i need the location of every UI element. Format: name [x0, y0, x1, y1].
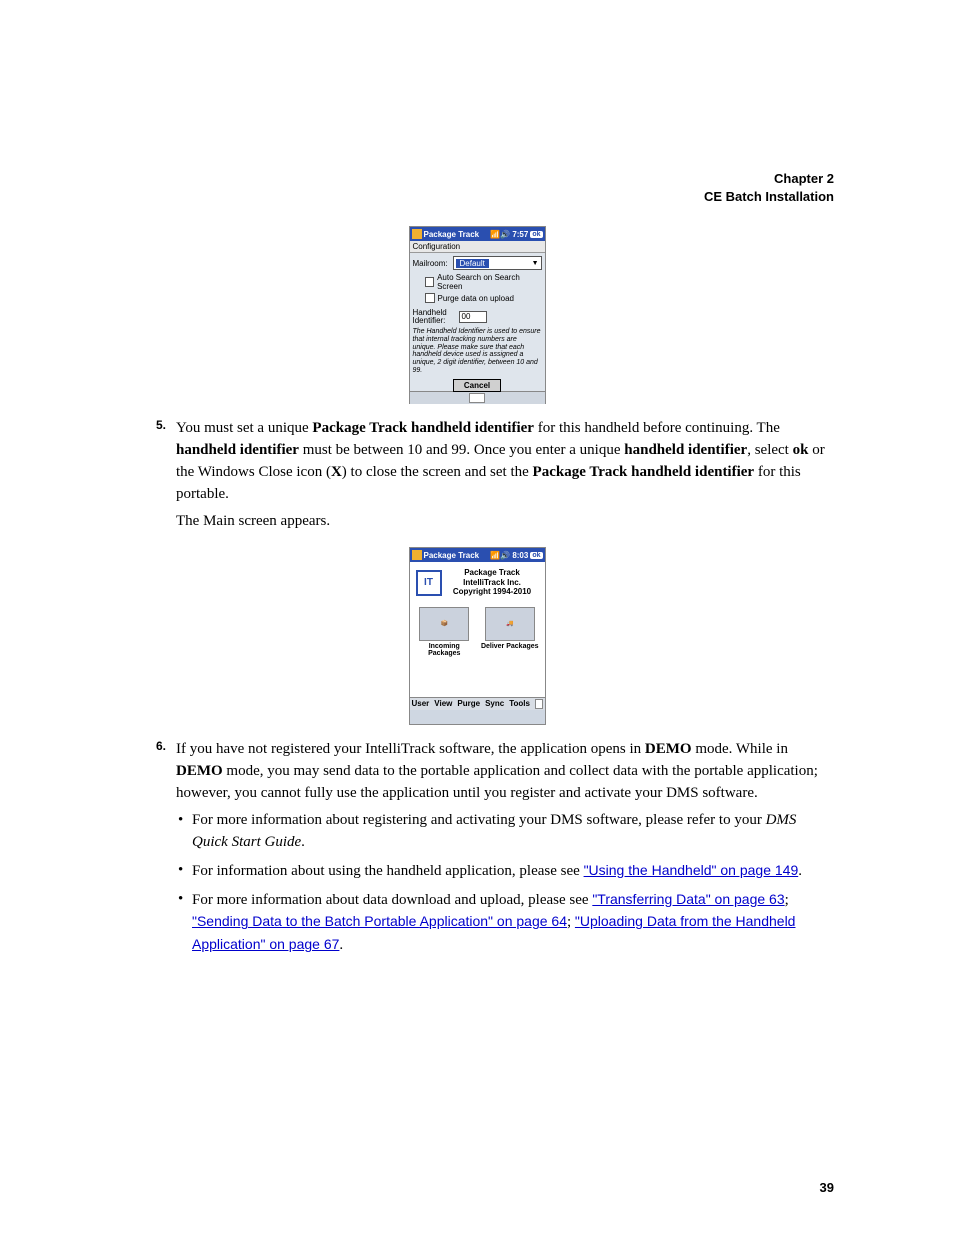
menu-user[interactable]: User [412, 699, 430, 709]
page-number: 39 [820, 1180, 834, 1195]
screen-subtitle: Configuration [410, 241, 545, 253]
bullet-3: For more information about data download… [176, 889, 834, 957]
incoming-icon: 📦 [419, 607, 469, 641]
menu-bar: User View Purge Sync Tools [410, 697, 545, 710]
hh-note: The Handheld Identifier is used to ensur… [413, 328, 542, 374]
ok-button[interactable]: ok [530, 552, 542, 559]
cancel-button[interactable]: Cancel [453, 379, 501, 392]
header-chapter: Chapter 2 [120, 170, 834, 188]
main-body: IT Package Track IntelliTrack Inc. Copyr… [410, 562, 545, 710]
titlebar: Package Track 📶🔊 7:57 ok [410, 227, 545, 241]
purge-checkbox[interactable]: Purge data on upload [425, 293, 542, 303]
page: Chapter 2 CE Batch Installation Package … [0, 0, 954, 1235]
menu-purge[interactable]: Purge [457, 699, 480, 709]
checkbox-icon [425, 293, 435, 303]
app-title: Package Track [424, 551, 480, 560]
menu-tools[interactable]: Tools [509, 699, 530, 709]
link-sending-data[interactable]: "Sending Data to the Batch Portable Appl… [192, 913, 567, 929]
hh-input[interactable]: 00 [459, 311, 487, 323]
link-using-handheld[interactable]: "Using the Handheld" on page 149 [584, 862, 799, 878]
header-title: CE Batch Installation [120, 188, 834, 206]
app-icon [412, 550, 422, 560]
app-icon [412, 229, 422, 239]
hh-label: Handheld Identifier: [413, 309, 459, 325]
step-number: 5. [140, 418, 176, 539]
auto-search-checkbox[interactable]: Auto Search on Search Screen [425, 273, 542, 291]
mailroom-label: Mailroom: [413, 259, 453, 268]
about-box: IT Package Track IntelliTrack Inc. Copyr… [410, 562, 545, 603]
screenshot-configuration: Package Track 📶🔊 7:57 ok Configuration M… [409, 226, 546, 404]
page-header: Chapter 2 CE Batch Installation [120, 170, 834, 206]
bullet-2: For information about using the handheld… [176, 860, 834, 883]
link-transferring-data[interactable]: "Transferring Data" on page 63 [592, 891, 784, 907]
purge-label: Purge data on upload [438, 294, 515, 303]
sip-bar [410, 391, 545, 404]
step6-paragraph: If you have not registered your IntelliT… [176, 739, 834, 804]
app-title: Package Track [424, 230, 480, 239]
step-6: 6. If you have not registered your Intel… [140, 739, 834, 963]
auto-search-label: Auto Search on Search Screen [437, 273, 541, 291]
keyboard-icon[interactable] [469, 393, 485, 403]
ok-button[interactable]: ok [530, 231, 542, 238]
step-number: 6. [140, 739, 176, 963]
step-5: 5. You must set a unique Package Track h… [140, 418, 834, 539]
logo-icon: IT [416, 570, 442, 596]
deliver-icon: 🚚 [485, 607, 535, 641]
menu-view[interactable]: View [434, 699, 452, 709]
mailroom-value: Default [456, 259, 489, 268]
keyboard-icon[interactable] [535, 699, 543, 709]
titlebar: Package Track 📶🔊 8:03 ok [410, 548, 545, 562]
step5-paragraph-2: The Main screen appears. [176, 511, 834, 533]
mailroom-select[interactable]: Default ▼ [453, 256, 542, 270]
incoming-packages-button[interactable]: 📦 Incoming Packages [415, 607, 473, 657]
deliver-packages-button[interactable]: 🚚 Deliver Packages [481, 607, 539, 657]
bullet-1: For more information about registering a… [176, 810, 834, 854]
config-body: Mailroom: Default ▼ Auto Search on Searc… [410, 253, 545, 391]
status-time: 📶🔊 8:03 [490, 551, 528, 560]
screenshot-main: Package Track 📶🔊 8:03 ok IT Package Trac… [409, 547, 546, 725]
step5-paragraph-1: You must set a unique Package Track hand… [176, 418, 834, 505]
checkbox-icon [425, 277, 435, 287]
menu-sync[interactable]: Sync [485, 699, 504, 709]
status-time: 📶🔊 7:57 [490, 230, 528, 239]
about-text: Package Track IntelliTrack Inc. Copyrigh… [446, 568, 539, 597]
chevron-down-icon: ▼ [532, 260, 539, 267]
